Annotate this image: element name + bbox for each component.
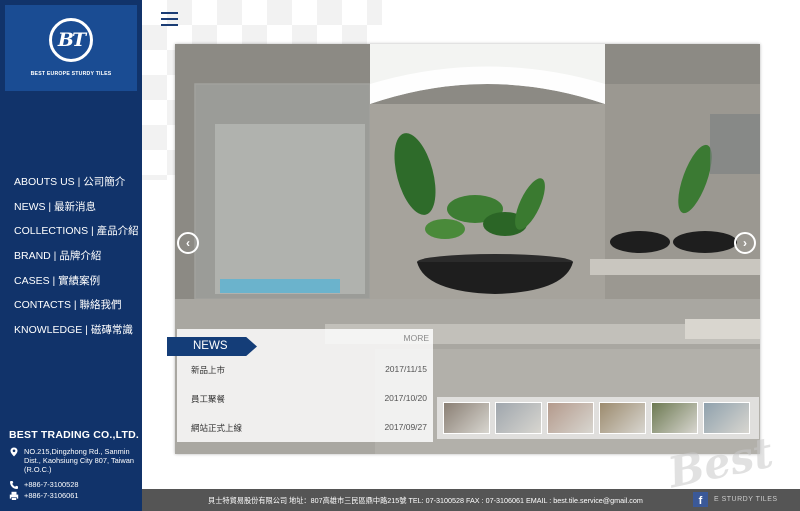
sidebar: BT BEST EUROPE STURDY TILES ABOUTS US | …	[0, 0, 142, 511]
hamburger-menu-icon[interactable]	[161, 12, 178, 27]
news-title: 網站正式上線	[191, 423, 243, 433]
nav-item-cases[interactable]: CASES | 實績案例	[14, 275, 139, 300]
news-item[interactable]: 網站正式上線 2017/09/27	[191, 422, 427, 434]
phone-icon	[10, 481, 18, 489]
phone-text: +886-7-3100528	[24, 480, 79, 489]
logo-tagline: BEST EUROPE STURDY TILES	[30, 71, 112, 77]
thumbnail[interactable]	[443, 402, 490, 434]
thumbnail[interactable]	[599, 402, 646, 434]
fax-text: +886-7-3106061	[24, 491, 79, 500]
news-date: 2017/11/15	[385, 364, 427, 374]
thumbnail[interactable]	[495, 402, 542, 434]
chevron-right-icon: ›	[743, 236, 747, 250]
nav-item-collections[interactable]: COLLECTIONS | 產品介紹	[14, 225, 139, 250]
address-row: NO.215,Dingzhong Rd., Sanmin Dist., Kaoh…	[9, 447, 139, 474]
address-text: NO.215,Dingzhong Rd., Sanmin Dist., Kaoh…	[24, 447, 134, 474]
footer-brand-text: E STURDY TILES	[714, 496, 778, 503]
fax-row: +886-7-3106061	[9, 491, 78, 501]
logo[interactable]: BT BEST EUROPE STURDY TILES	[5, 5, 137, 91]
thumbnail[interactable]	[547, 402, 594, 434]
logo-mark: BT	[49, 18, 93, 62]
news-title: 員工聚餐	[191, 394, 226, 404]
nav-item-brand[interactable]: BRAND | 品牌介紹	[14, 250, 139, 275]
news-title: 新品上市	[191, 365, 226, 375]
chevron-left-icon: ‹	[186, 236, 190, 250]
news-tab[interactable]: NEWS	[167, 337, 257, 356]
facebook-icon[interactable]: f	[693, 492, 708, 507]
slider-next-button[interactable]: ›	[734, 232, 756, 254]
thumbnail[interactable]	[651, 402, 698, 434]
news-date: 2017/09/27	[384, 422, 427, 432]
footer-contact-text: 貝士特貿易股份有限公司 地址：807高雄市三民區鼎中路215號 TEL: 07-…	[208, 496, 643, 505]
location-pin-icon	[10, 447, 18, 457]
nav-item-news[interactable]: NEWS | 最新消息	[14, 201, 139, 226]
news-more-link[interactable]: MORE	[404, 333, 430, 343]
news-panel: NEWS MORE 新品上市 2017/11/15 員工聚餐 2017/10/2…	[167, 329, 433, 442]
news-date: 2017/10/20	[384, 393, 427, 403]
news-item[interactable]: 員工聚餐 2017/10/20	[191, 393, 427, 405]
phone-row: +886-7-3100528	[9, 480, 78, 490]
company-name: BEST TRADING CO.,LTD.	[9, 429, 139, 441]
nav-item-knowledge[interactable]: KNOWLEDGE | 磁磚常識	[14, 324, 139, 349]
main-nav: ABOUTS US | 公司簡介 NEWS | 最新消息 COLLECTIONS…	[14, 176, 139, 349]
slider-prev-button[interactable]: ‹	[177, 232, 199, 254]
thumbnail[interactable]	[703, 402, 750, 434]
nav-item-about[interactable]: ABOUTS US | 公司簡介	[14, 176, 139, 201]
nav-item-contacts[interactable]: CONTACTS | 聯絡我們	[14, 299, 139, 324]
news-item[interactable]: 新品上市 2017/11/15	[191, 364, 427, 376]
thumbnail-strip	[437, 397, 759, 439]
fax-icon	[9, 491, 19, 501]
footer: 貝士特貿易股份有限公司 地址：807高雄市三民區鼎中路215號 TEL: 07-…	[142, 489, 800, 511]
